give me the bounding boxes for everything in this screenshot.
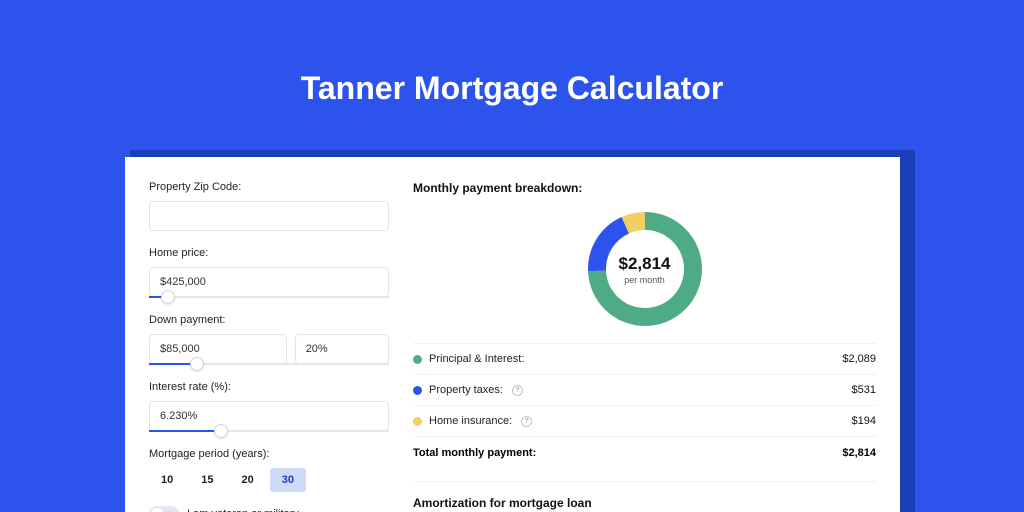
legend-label: Home insurance: (429, 415, 512, 427)
info-icon[interactable]: ? (521, 416, 532, 427)
amortization-section: Amortization for mortgage loan Amortizat… (413, 481, 876, 512)
calculator-card: Property Zip Code: Home price: Down paym… (125, 157, 900, 512)
price-slider-thumb[interactable] (161, 290, 175, 304)
price-slider[interactable] (149, 296, 389, 298)
down-label: Down payment: (149, 314, 389, 326)
legend-label: Property taxes: (429, 384, 503, 396)
period-option-30[interactable]: 30 (270, 468, 306, 492)
legend-value: $2,089 (842, 353, 876, 365)
donut-amount: $2,814 (619, 254, 671, 274)
zip-input[interactable] (149, 201, 389, 231)
period-option-15[interactable]: 15 (189, 468, 225, 492)
down-percent-input[interactable] (295, 334, 389, 364)
legend-value: $531 (852, 384, 876, 396)
inputs-panel: Property Zip Code: Home price: Down paym… (149, 181, 389, 488)
total-value: $2,814 (842, 447, 876, 459)
period-options: 10152030 (149, 468, 389, 492)
rate-slider[interactable] (149, 430, 389, 432)
zip-label: Property Zip Code: (149, 181, 389, 193)
legend-row: Home insurance:? $194 (413, 405, 876, 436)
breakdown-panel: Monthly payment breakdown: $2,814 per mo… (413, 181, 876, 488)
rate-slider-thumb[interactable] (214, 424, 228, 438)
period-option-20[interactable]: 20 (230, 468, 266, 492)
legend-label: Principal & Interest: (429, 353, 524, 365)
period-option-10[interactable]: 10 (149, 468, 185, 492)
info-icon[interactable]: ? (512, 385, 523, 396)
amort-title: Amortization for mortgage loan (413, 496, 876, 510)
total-label: Total monthly payment: (413, 447, 536, 459)
donut-sub: per month (624, 275, 665, 285)
price-label: Home price: (149, 247, 389, 259)
legend-dot (413, 355, 422, 364)
breakdown-heading: Monthly payment breakdown: (413, 181, 876, 195)
down-slider-thumb[interactable] (190, 357, 204, 371)
veteran-toggle[interactable] (149, 506, 179, 512)
legend-dot (413, 417, 422, 426)
period-label: Mortgage period (years): (149, 448, 389, 460)
page-background: Tanner Mortgage Calculator Property Zip … (0, 0, 1024, 512)
rate-label: Interest rate (%): (149, 381, 389, 393)
down-slider[interactable] (149, 363, 389, 365)
breakdown-legend: Principal & Interest: $2,089 Property taxe… (413, 343, 876, 436)
price-input[interactable] (149, 267, 389, 297)
legend-row: Property taxes:? $531 (413, 374, 876, 405)
legend-value: $194 (852, 415, 876, 427)
rate-input[interactable] (149, 401, 389, 431)
toggle-knob (151, 508, 163, 512)
down-amount-input[interactable] (149, 334, 287, 364)
legend-row: Principal & Interest: $2,089 (413, 343, 876, 374)
veteran-label: I am veteran or military (187, 508, 299, 512)
payment-donut-chart: $2,814 per month (585, 209, 705, 329)
legend-dot (413, 386, 422, 395)
page-title: Tanner Mortgage Calculator (0, 0, 1024, 135)
